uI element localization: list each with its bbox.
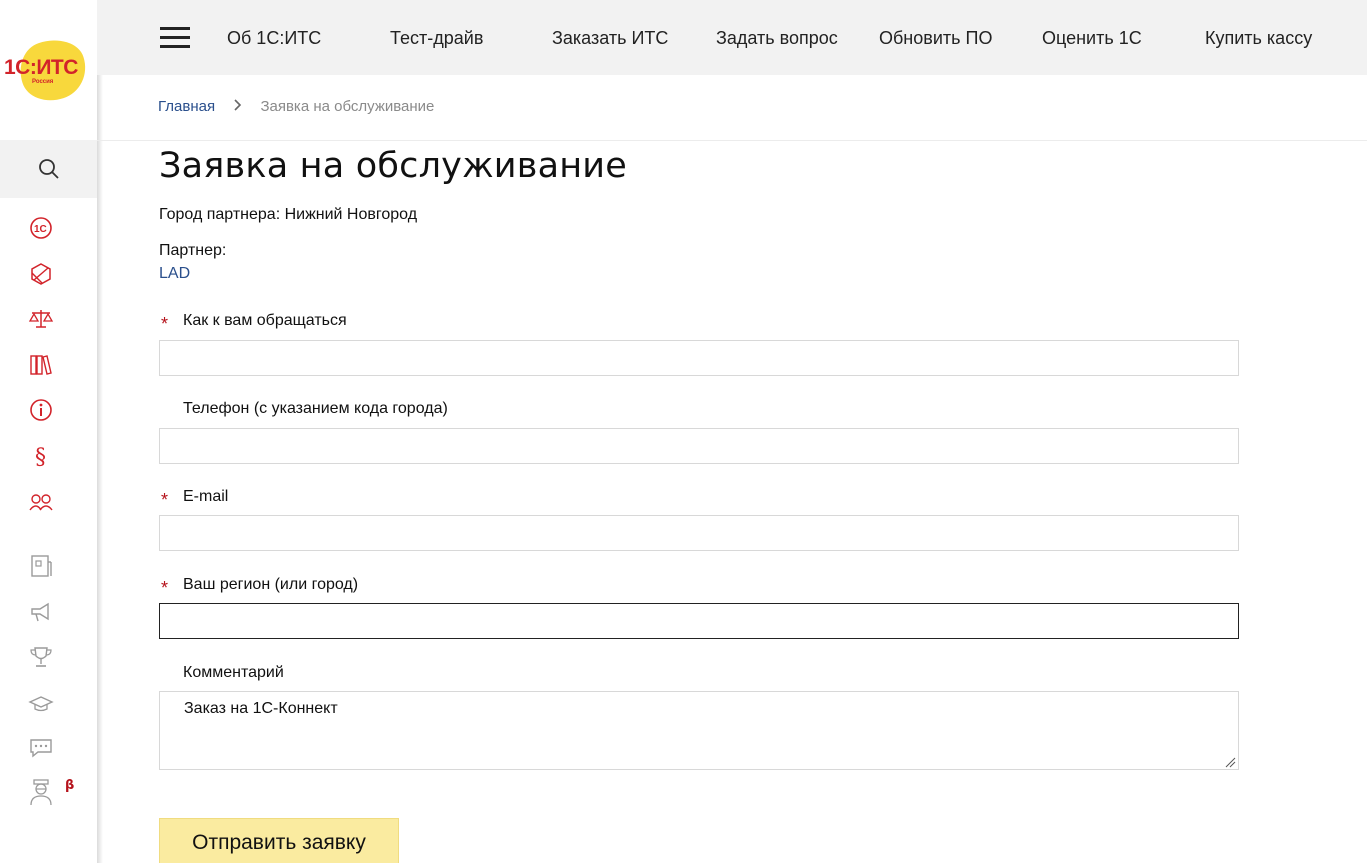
nav-item-test-drive[interactable]: Тест-драйв bbox=[390, 28, 483, 49]
breadcrumb-home-link[interactable]: Главная bbox=[158, 98, 215, 115]
sidebar-item-news[interactable] bbox=[28, 553, 54, 579]
sidebar-search-button[interactable] bbox=[0, 140, 97, 198]
sidebar-item-1c[interactable]: 1C bbox=[28, 215, 54, 241]
sidebar-item-cube[interactable] bbox=[28, 261, 54, 287]
page-title: Заявка на обслуживание bbox=[159, 146, 627, 186]
cube-icon bbox=[31, 263, 51, 285]
region-input[interactable] bbox=[159, 603, 1239, 639]
trophy-icon bbox=[30, 647, 52, 667]
submit-request-button[interactable]: Отправить заявку bbox=[159, 818, 399, 863]
search-icon bbox=[38, 159, 59, 179]
sidebar-shadow bbox=[97, 0, 103, 863]
sidebar-item-assistant[interactable] bbox=[28, 779, 54, 806]
sidebar-item-community[interactable] bbox=[28, 489, 54, 515]
breadcrumb: Главная Заявка на обслуживание bbox=[158, 98, 434, 115]
required-mark: * bbox=[161, 314, 169, 334]
chevron-right-icon bbox=[233, 98, 242, 115]
sidebar-item-info[interactable] bbox=[28, 397, 54, 423]
top-navigation: Об 1С:ИТС Тест-драйв Заказать ИТС Задать… bbox=[97, 0, 1367, 75]
header-divider bbox=[97, 140, 1367, 141]
nav-item-ask-question[interactable]: Задать вопрос bbox=[716, 28, 838, 49]
logo-text: 1С:ИТС bbox=[4, 56, 78, 79]
books-icon bbox=[30, 355, 52, 375]
svg-text:§: § bbox=[35, 445, 46, 469]
comment-textarea[interactable]: Заказ на 1С-Коннект bbox=[159, 691, 1239, 770]
nav-item-about[interactable]: Об 1С:ИТС bbox=[227, 28, 321, 49]
1c-icon: 1C bbox=[30, 217, 52, 239]
email-label: E-mail bbox=[183, 488, 229, 505]
assistant-icon bbox=[30, 779, 52, 806]
required-mark: * bbox=[161, 578, 169, 598]
menu-hamburger-icon[interactable] bbox=[160, 27, 190, 49]
its-logo[interactable]: 1С:ИТС Россия bbox=[4, 31, 94, 109]
beta-badge: β bbox=[65, 778, 75, 793]
paragraph-icon: § bbox=[35, 445, 46, 469]
name-label: Как к вам обращаться bbox=[183, 312, 347, 329]
nav-item-update-software[interactable]: Обновить ПО bbox=[879, 28, 992, 49]
sidebar-item-announcements[interactable] bbox=[28, 599, 54, 625]
chat-icon bbox=[30, 739, 52, 758]
sidebar-item-chat[interactable] bbox=[28, 735, 54, 761]
partner-link[interactable]: LAD bbox=[159, 265, 190, 283]
sidebar-item-paragraph[interactable]: § bbox=[28, 443, 54, 469]
scales-icon bbox=[28, 310, 54, 328]
left-sidebar: 1С:ИТС Россия 1C § β bbox=[0, 0, 97, 863]
logo-subtitle: Россия bbox=[32, 79, 54, 85]
sidebar-item-library[interactable] bbox=[28, 352, 54, 378]
phone-input[interactable] bbox=[159, 428, 1239, 464]
megaphone-icon bbox=[31, 602, 49, 622]
sidebar-item-awards[interactable] bbox=[28, 644, 54, 670]
breadcrumb-current: Заявка на обслуживание bbox=[260, 98, 435, 115]
news-icon bbox=[31, 555, 52, 577]
name-input[interactable] bbox=[159, 340, 1239, 376]
sidebar-item-education[interactable] bbox=[28, 690, 54, 716]
sidebar-item-law[interactable] bbox=[28, 306, 54, 332]
svg-text:1C: 1C bbox=[34, 224, 47, 235]
email-input[interactable] bbox=[159, 515, 1239, 551]
nav-item-order-its[interactable]: Заказать ИТС bbox=[552, 28, 668, 49]
region-label: Ваш регион (или город) bbox=[183, 576, 359, 593]
phone-label: Телефон (с указанием кода города) bbox=[183, 400, 448, 417]
comment-label: Комментарий bbox=[183, 664, 284, 681]
nav-item-buy-register[interactable]: Купить кассу bbox=[1205, 28, 1312, 49]
people-icon bbox=[29, 494, 53, 511]
partner-label: Партнер: bbox=[159, 242, 227, 259]
nav-item-rate-1c[interactable]: Оценить 1С bbox=[1042, 28, 1142, 49]
required-mark: * bbox=[161, 490, 169, 510]
partner-city: Город партнера: Нижний Новгород bbox=[159, 206, 418, 223]
graduation-cap-icon bbox=[28, 696, 54, 712]
info-icon bbox=[30, 399, 52, 421]
resize-grip-icon[interactable] bbox=[1224, 756, 1236, 768]
